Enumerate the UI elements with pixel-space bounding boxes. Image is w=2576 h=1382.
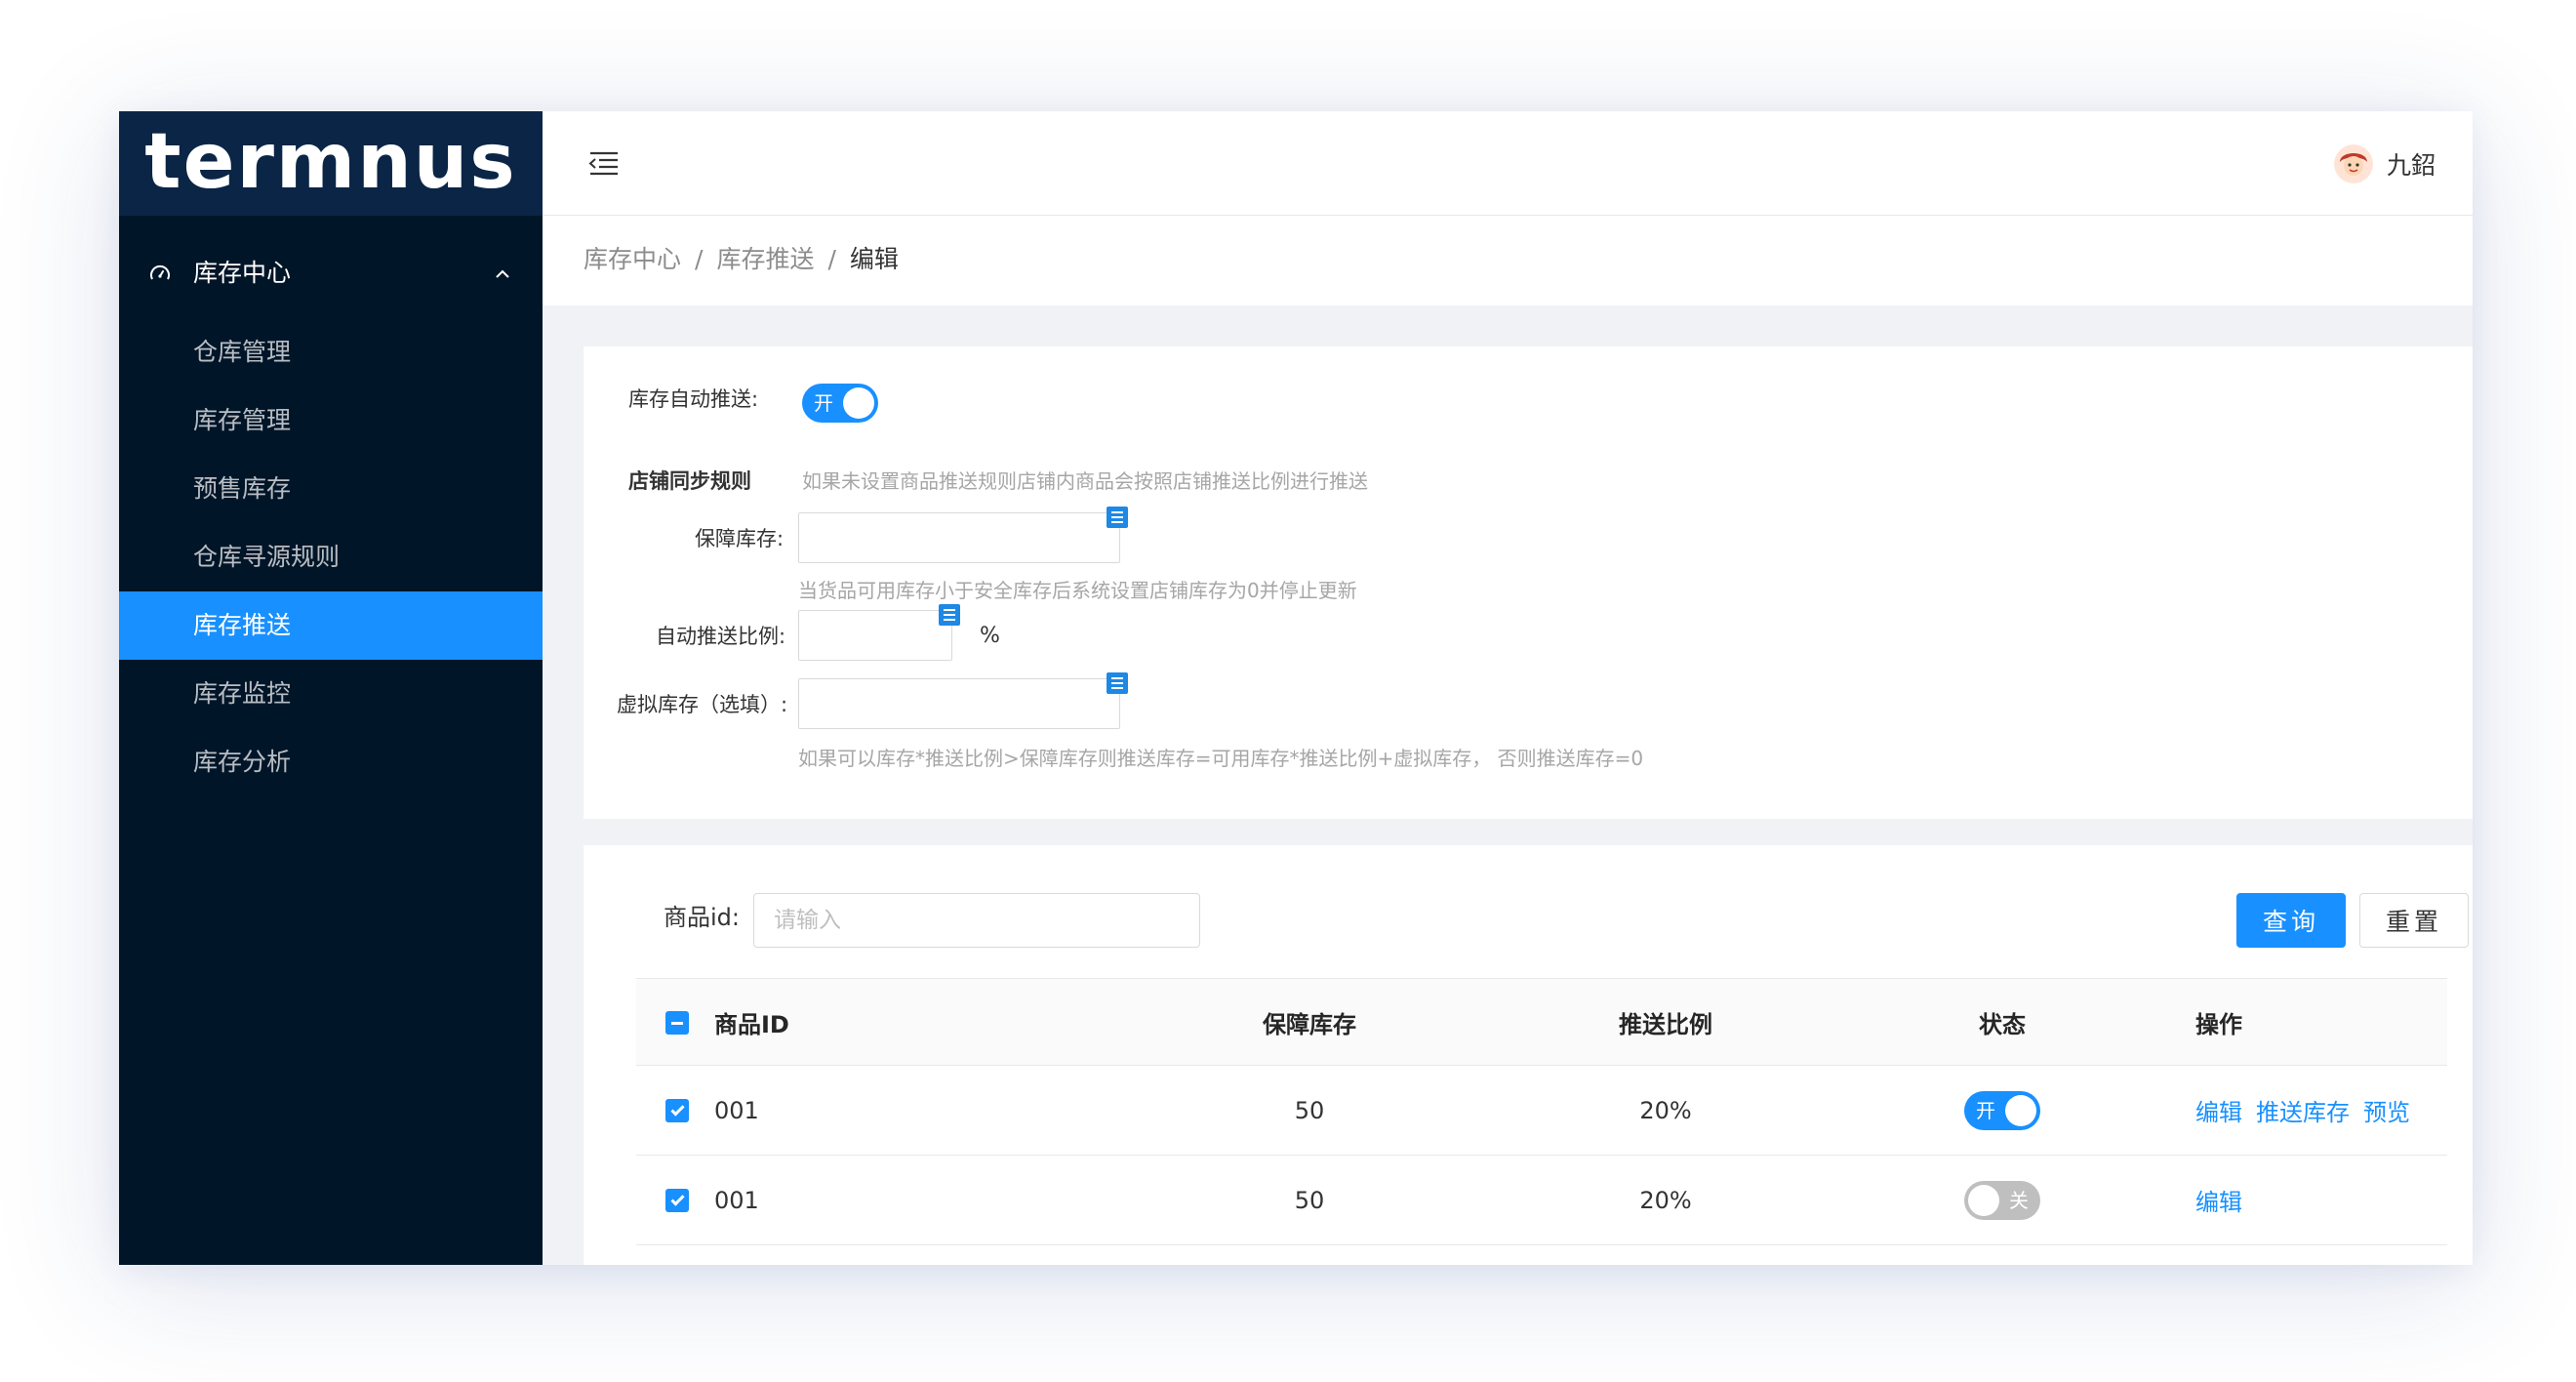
cell-actions: 编辑	[2195, 1156, 2256, 1244]
cell-product-id: 001	[714, 1186, 759, 1214]
sidebar-item-inventory-analysis[interactable]: 库存分析	[119, 728, 543, 796]
product-table: 商品ID 保障库存 推送比例 状态 操作 001 50 20% 开 编辑 推送库…	[636, 978, 2447, 1245]
check-icon	[669, 1102, 685, 1117]
safety-stock-input[interactable]	[798, 512, 1120, 563]
user-name: 九鉊	[2386, 151, 2435, 180]
breadcrumb-separator: /	[827, 245, 836, 273]
cell-push-ratio: 20%	[1639, 1186, 1692, 1214]
shop-sync-title: 店铺同步规则	[628, 469, 751, 493]
auto-ratio-input[interactable]	[798, 610, 952, 661]
auto-ratio-label: 自动推送比例:	[656, 625, 786, 648]
breadcrumb-item-current: 编辑	[849, 245, 899, 273]
percent-unit: %	[980, 624, 1000, 648]
sidebar-item-presale-inventory[interactable]: 预售库存	[119, 455, 543, 523]
push-settings-card: 库存自动推送: 开 店铺同步规则 如果未设置商品推送规则店铺内商品会按照店铺推送…	[584, 346, 2473, 819]
row-checkbox[interactable]	[665, 1189, 689, 1212]
table-row: 001 50 20% 关 编辑	[636, 1156, 2447, 1245]
sidebar-item-label: 仓库管理	[193, 338, 292, 366]
sidebar-item-label: 预售库存	[193, 474, 292, 503]
sidebar-group-inventory-center[interactable]: 库存中心	[119, 238, 543, 308]
column-header-safety-stock: 保障库存	[1263, 1010, 1356, 1038]
column-header-push-ratio: 推送比例	[1619, 1010, 1712, 1038]
breadcrumb-item-inventory-center[interactable]: 库存中心	[584, 243, 681, 276]
dashboard-icon	[150, 264, 170, 280]
table-header: 商品ID 保障库存 推送比例 状态 操作	[636, 978, 2447, 1066]
toggle-label: 开	[1976, 1098, 1995, 1122]
product-table-card: 商品id: 查询 重置 商品ID 保障库存 推送比例 状态 操作 001 50 …	[584, 845, 2473, 1265]
sidebar-item-label: 库存推送	[193, 611, 292, 639]
select-all-checkbox[interactable]	[665, 1011, 689, 1035]
breadcrumb-item-inventory-push[interactable]: 库存推送	[716, 243, 814, 276]
status-toggle[interactable]: 关	[1964, 1180, 2040, 1220]
virtual-stock-hint: 如果可以库存*推送比例>保障库存则推送库存=可用库存*推送比例+虚拟库存， 否则…	[798, 747, 1644, 770]
edit-link[interactable]: 编辑	[2195, 1093, 2242, 1127]
cell-actions: 编辑 推送库存 预览	[2195, 1066, 2424, 1155]
virtual-stock-input[interactable]	[798, 678, 1120, 729]
chevron-up-icon[interactable]	[492, 264, 513, 285]
product-id-input[interactable]	[753, 893, 1200, 948]
top-header: 九鉊	[543, 111, 2473, 216]
preview-link[interactable]: 预览	[2363, 1093, 2410, 1127]
cell-push-ratio: 20%	[1639, 1096, 1692, 1124]
sidebar-item-label: 库存监控	[193, 679, 292, 708]
breadcrumb-bar: 库存中心 / 库存推送 / 编辑	[543, 216, 2473, 305]
query-button[interactable]: 查询	[2236, 893, 2346, 948]
push-stock-link[interactable]: 推送库存	[2256, 1093, 2350, 1127]
sidebar-item-label: 库存分析	[193, 748, 292, 776]
safety-stock-label: 保障库存:	[695, 527, 785, 550]
sidebar-item-label: 仓库寻源规则	[193, 543, 341, 571]
sidebar-item-inventory-management[interactable]: 库存管理	[119, 386, 543, 455]
column-header-actions: 操作	[2195, 1010, 2242, 1038]
auto-push-toggle[interactable]: 开	[802, 384, 878, 423]
sidebar-item-inventory-monitoring[interactable]: 库存监控	[119, 660, 543, 728]
cell-status: 关	[1875, 1156, 2129, 1244]
sidebar-item-label: 库存管理	[193, 406, 292, 434]
safety-stock-hint: 当货品可用库存小于安全库存后系统设置店铺库存为0并停止更新	[798, 579, 1357, 602]
toggle-knob	[1968, 1184, 1999, 1216]
product-id-label: 商品id:	[664, 904, 740, 931]
sidebar-item-inventory-push[interactable]: 库存推送	[119, 591, 543, 660]
input-list-icon[interactable]	[1107, 507, 1128, 528]
cell-safety-stock: 50	[1294, 1096, 1325, 1124]
table-row: 001 50 20% 开 编辑 推送库存 预览	[636, 1066, 2447, 1156]
status-toggle[interactable]: 开	[1964, 1090, 2040, 1130]
toggle-label: 关	[2009, 1188, 2029, 1212]
logo: termnus	[119, 111, 543, 216]
cell-safety-stock: 50	[1294, 1186, 1325, 1214]
column-header-status: 状态	[1979, 1010, 2026, 1038]
cell-product-id: 001	[714, 1096, 759, 1124]
auto-push-label: 库存自动推送:	[628, 387, 759, 411]
sidebar-item-warehouse-management[interactable]: 仓库管理	[119, 318, 543, 386]
user-menu[interactable]: 九鉊	[2333, 141, 2435, 187]
edit-link[interactable]: 编辑	[2195, 1183, 2242, 1217]
toggle-knob	[2005, 1094, 2036, 1126]
virtual-stock-label: 虚拟库存（选填）:	[617, 693, 788, 716]
breadcrumb: 库存中心 / 库存推送 / 编辑	[584, 243, 899, 276]
breadcrumb-separator: /	[695, 245, 704, 273]
logo-text: termnus	[144, 117, 517, 206]
sidebar: termnus 库存中心 仓库管理 库存管理 预售库存 仓库寻源规则 库存推送 …	[119, 111, 543, 1265]
menu-fold-icon[interactable]	[587, 146, 621, 180]
input-list-icon[interactable]	[1107, 672, 1128, 694]
indeterminate-icon	[671, 1021, 683, 1025]
input-list-icon[interactable]	[939, 604, 960, 626]
cell-status: 开	[1875, 1066, 2129, 1155]
shop-sync-hint: 如果未设置商品推送规则店铺内商品会按照店铺推送比例进行推送	[802, 469, 1368, 493]
check-icon	[669, 1192, 685, 1206]
toggle-knob	[843, 387, 874, 419]
reset-button[interactable]: 重置	[2359, 893, 2469, 948]
sidebar-group-label: 库存中心	[193, 259, 292, 287]
sidebar-item-warehouse-sourcing-rules[interactable]: 仓库寻源规则	[119, 523, 543, 591]
column-header-product-id: 商品ID	[714, 1010, 789, 1038]
toggle-label: 开	[814, 391, 833, 415]
avatar	[2333, 144, 2373, 183]
row-checkbox[interactable]	[665, 1099, 689, 1122]
